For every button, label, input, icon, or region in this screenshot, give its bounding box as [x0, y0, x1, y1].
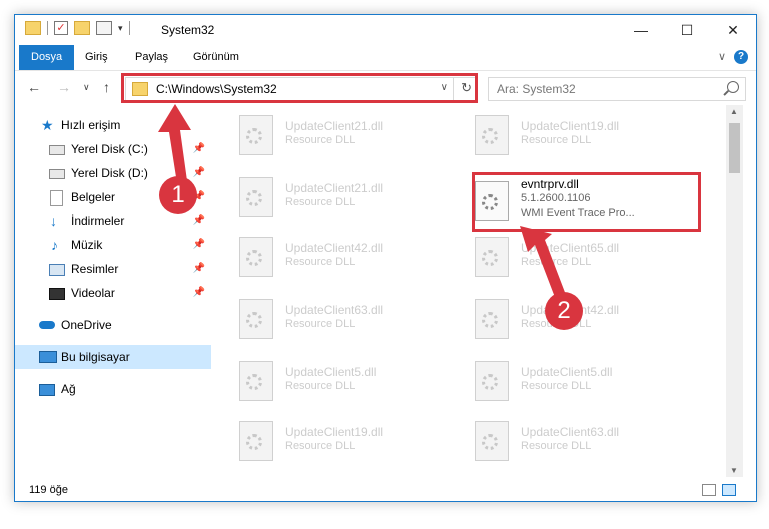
step-badge-2: 2: [545, 292, 583, 330]
annotation-arrows: [158, 104, 566, 300]
step-badge-1: 1: [159, 176, 197, 214]
arrow-2-icon: [520, 226, 566, 300]
